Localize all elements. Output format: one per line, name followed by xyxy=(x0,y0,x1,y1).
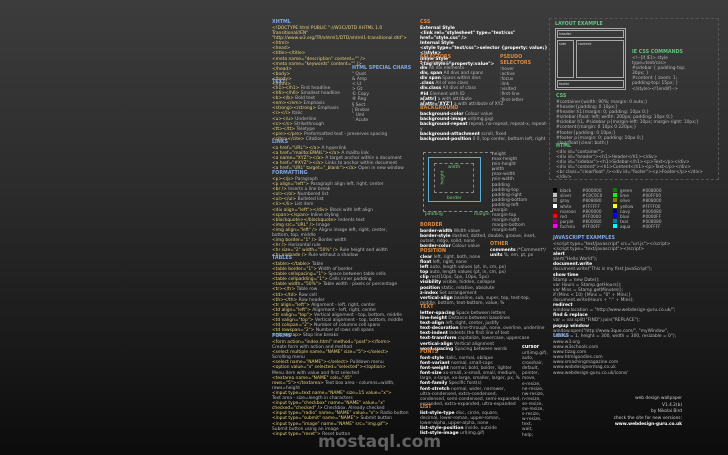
section-fonts: FONTS font-style italic, normal, oblique f… xyxy=(420,350,521,407)
color-swatch xyxy=(613,224,617,229)
color-swatch xyxy=(613,219,617,224)
section-other: OTHER comments /*Comment*/units %, em, pt… xyxy=(490,242,546,258)
code-snippet: <script type="text/javascript"></script> xyxy=(553,247,645,253)
color-name: fuchsia xyxy=(560,224,575,230)
color-swatch xyxy=(553,188,557,192)
list-item: background-repeat repeat, no-repeat, rep… xyxy=(420,122,548,132)
section-background: BACKGROUND background-color Colour value b… xyxy=(420,106,548,143)
color-hex: #FF00FF xyxy=(582,224,601,230)
layout-css: CSS #container{width: 90%; margin: 0 auto… xyxy=(556,94,699,146)
description: Emphasis xyxy=(316,106,339,112)
box-margin-label: margin xyxy=(474,212,490,217)
list-item: :first-letter xyxy=(500,97,524,103)
color-swatch xyxy=(553,219,557,224)
credits-url[interactable]: www.webdesign-guru.co.uk xyxy=(600,422,682,429)
box-border-label: border xyxy=(447,196,462,201)
color-hex: #00FFFF xyxy=(642,224,661,230)
code-snippet: <link rel="stylesheet" type="text/css" h… xyxy=(420,31,516,42)
layout-header: header xyxy=(557,30,624,38)
list-item: <br class="clearfloat" /><div id="footer… xyxy=(556,170,703,176)
box-properties: height max-height min-height width max-width… xyxy=(492,152,527,234)
box-padding-label: padding xyxy=(425,212,443,217)
list-item: "http://www.w3.org/TR/xhtml1/DTD/xhtml1-… xyxy=(272,36,414,41)
color-entry: aqua #00FFFF xyxy=(613,224,673,229)
list-item: <link rel="stylesheet" type="text/css" h… xyxy=(420,31,548,41)
list-item: padding-top: 15px; } xyxy=(632,81,679,87)
color-swatch xyxy=(553,193,557,198)
layout-html: HTML <div id="container"> <div id="header… xyxy=(556,144,703,181)
section-tables: TABLES <table></table> Table <table border… xyxy=(272,256,403,338)
color-swatch xyxy=(553,198,557,203)
link[interactable]: www.webdesign-guru.co.uk/icons/ xyxy=(553,371,628,376)
special-chars: HTML SPECIAL CHARS " Quot & Amp < Lt > Gt © C… xyxy=(352,66,411,123)
description: Aligns image left, right, center, xyxy=(317,227,388,233)
list-item: background-position 0 0, top center, bot… xyxy=(420,137,548,142)
code-snippet: units xyxy=(490,253,503,259)
description: Border width xyxy=(316,238,347,244)
box-property: margin-left xyxy=(492,228,517,234)
credits: web design wallpaper V1.4.2(b) by Nikola… xyxy=(600,396,682,429)
layout-example-diagram: header side content footer xyxy=(555,28,626,90)
section-forms: FORMS <form action="index.html" method="p… xyxy=(272,334,414,437)
links-section: LINKS www.w3.org www.w3schools.com www.tiza… xyxy=(553,334,628,376)
color-swatch xyxy=(553,203,557,208)
color-entry: fuchsia #FF00FF xyxy=(553,224,613,229)
section-title: PSEUDO SELECTORS xyxy=(500,55,532,66)
section-formatting: FORMATTING <p></p> Paragraph <p align="lef… xyxy=(272,171,388,259)
color-swatch xyxy=(613,208,617,213)
code-snippet: <!DOCTYPE html PUBLIC "-//W3C//DTD XHTML… xyxy=(272,26,383,37)
list-item: </style><![endif]--> xyxy=(632,86,679,92)
section-links: LINKS <a href="URL"></a> A hyperlink <a hr… xyxy=(272,140,404,171)
description: 0 0, top center, bottom left, right xyxy=(471,137,546,143)
list-item: rows="5"></textarea> Text box area - col… xyxy=(272,381,414,391)
color-table: black #000000 green #008000 silver #C0C0C0 lim… xyxy=(553,188,673,230)
layout-side: side xyxy=(557,40,574,78)
section-selectors: SELECTORS * All elements div All div eleme… xyxy=(420,55,504,107)
layout-content: content xyxy=(576,40,624,78)
color-swatch xyxy=(613,188,617,192)
description: Table width - pixels or percentage xyxy=(321,282,398,288)
javascript-examples: JAVASCRIPT EXAMPLES <script type="text/ja… xyxy=(553,236,676,339)
list-item: ´ Acute xyxy=(352,117,369,123)
color-swatch xyxy=(613,203,617,208)
list-item: help; xyxy=(522,432,533,438)
code-snippet: <input type="reset"> xyxy=(272,431,321,437)
code-snippet: background-position xyxy=(420,137,472,143)
box-width-label: width xyxy=(448,165,461,170)
color-swatch xyxy=(613,198,617,203)
color-swatch xyxy=(553,214,557,219)
cursor-values: cursor url(img.gif), auto, crosshair, defaul… xyxy=(522,345,548,438)
code-snippet: background-repeat xyxy=(420,122,468,128)
color-swatch xyxy=(613,214,617,219)
list-item: units %, em, pt, px xyxy=(490,253,546,258)
color-swatch xyxy=(553,224,557,229)
color-swatch xyxy=(613,193,617,198)
description: %, em, pt, px xyxy=(502,253,534,259)
list-item: <!DOCTYPE html PUBLIC "-//W3C//DTD XHTML… xyxy=(272,26,414,36)
credits-author: by Nikolai Bird xyxy=(651,409,682,415)
description: url(img.gif) xyxy=(458,431,485,437)
ie-css-commands: IE CSS COMMANDS <!--[if IE]> style type=te… xyxy=(632,50,686,92)
code-snippet: "http://www.w3.org/TR/xhtml1/DTD/xhtml1-… xyxy=(272,36,407,42)
color-row: fuchsia #FF00FF aqua #00FFFF xyxy=(553,224,673,229)
color-swatch xyxy=(553,208,557,213)
description: Indents text xyxy=(336,217,365,223)
pseudo-selectors: PSEUDO SELECTORS:hover:active:focus:link… xyxy=(500,55,546,103)
credits-title: web design wallpaper xyxy=(635,396,682,401)
watermark: mostaql.com xyxy=(318,432,442,452)
list-item: </div> xyxy=(556,175,572,181)
color-name: aqua xyxy=(620,224,631,230)
layout-footer: footer xyxy=(557,80,624,88)
box-height-label: height xyxy=(440,170,446,185)
